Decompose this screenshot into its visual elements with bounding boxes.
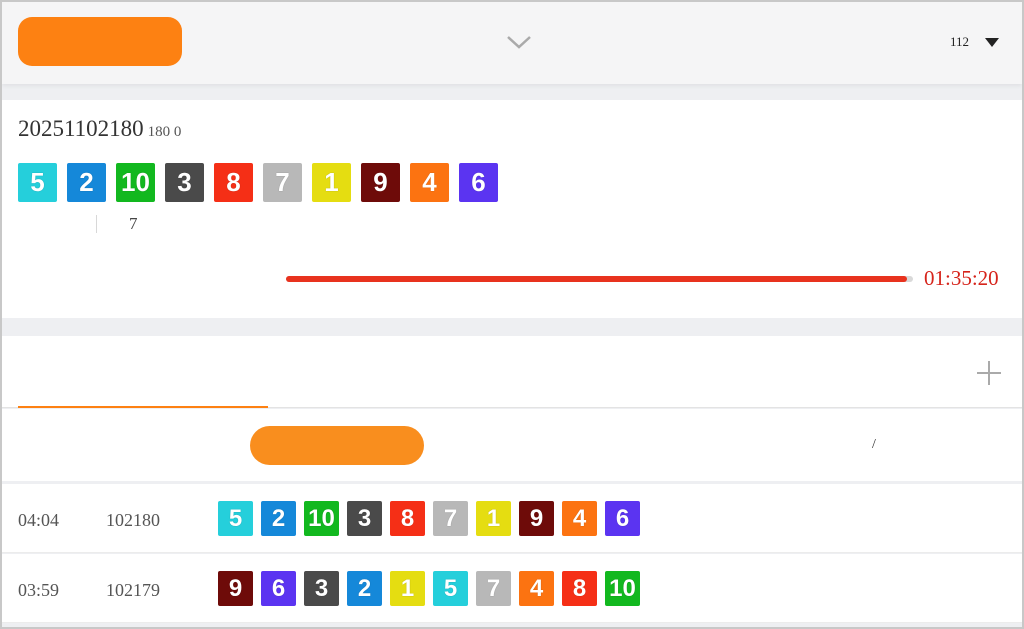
number-ball: 8 [214,163,253,202]
number-ball: 6 [261,571,296,606]
number-ball: 5 [433,571,468,606]
number-ball: 9 [361,163,400,202]
number-ball: 5 [218,501,253,536]
number-ball: 3 [165,163,204,202]
plus-icon[interactable] [974,358,1004,388]
numbers-toggle-button[interactable] [250,426,424,465]
number-ball: 4 [562,501,597,536]
row-time: 03:59 [18,580,60,600]
active-tab-indicator [18,406,268,408]
countdown-progress-bar [286,276,913,282]
number-ball: 1 [476,501,511,536]
period-dropdown[interactable]: 112 [950,34,1000,50]
game-selector[interactable] [496,26,532,58]
col-6[interactable]: / [872,437,876,453]
countdown-progress-fill [286,276,907,282]
number-ball: 2 [261,501,296,536]
number-ball: 10 [605,571,640,606]
caret-down-icon [985,37,1000,47]
number-ball: 1 [312,163,351,202]
issue-subtext: 180 0 [147,124,182,140]
table-row: 04:04 102180 5 2 10 3 8 7 1 9 4 6 [2,484,1022,553]
back-button[interactable] [18,17,182,66]
latest-result-card: 20251102180 180 0 5 2 10 3 8 7 1 9 4 6 7 01:35:20 [2,100,1022,318]
number-ball: 7 [433,501,468,536]
number-ball: 10 [116,163,155,202]
header-bar: 112 [2,2,1022,84]
result-stats: 7 [18,214,180,234]
number-ball: 7 [263,163,302,202]
number-ball: 6 [605,501,640,536]
row-issue: 102180 [106,510,160,530]
tab-bar [2,336,1022,408]
divider [96,215,97,233]
issue-number: 20251102180 [18,116,144,141]
number-ball: 8 [390,501,425,536]
row-balls: 5 2 10 3 8 7 1 9 4 6 [218,501,640,536]
table-row: 03:59 102179 9 6 3 2 1 5 7 4 8 10 [2,554,1022,623]
number-ball: 5 [18,163,57,202]
number-ball: 4 [410,163,449,202]
number-ball: 6 [459,163,498,202]
number-ball: 3 [304,571,339,606]
latest-balls: 5 2 10 3 8 7 1 9 4 6 [18,163,498,202]
countdown-time: 01:35:20 [924,266,999,290]
number-ball: 9 [218,571,253,606]
row-issue: 102179 [106,580,160,600]
row-time: 04:04 [18,510,60,530]
chevron-down-icon [507,36,531,49]
number-ball: 3 [347,501,382,536]
number-ball: 7 [476,571,511,606]
number-ball: 8 [562,571,597,606]
number-ball: 1 [390,571,425,606]
number-ball: 4 [519,571,554,606]
row-balls: 9 6 3 2 1 5 7 4 8 10 [218,571,640,606]
number-ball: 10 [304,501,339,536]
sum-value: 7 [129,214,138,233]
period-label: 112 [950,34,970,49]
number-ball: 2 [67,163,106,202]
number-ball: 9 [519,501,554,536]
issue-line: 20251102180 180 0 [18,116,181,142]
number-ball: 2 [347,571,382,606]
table-header: / [2,409,1022,481]
